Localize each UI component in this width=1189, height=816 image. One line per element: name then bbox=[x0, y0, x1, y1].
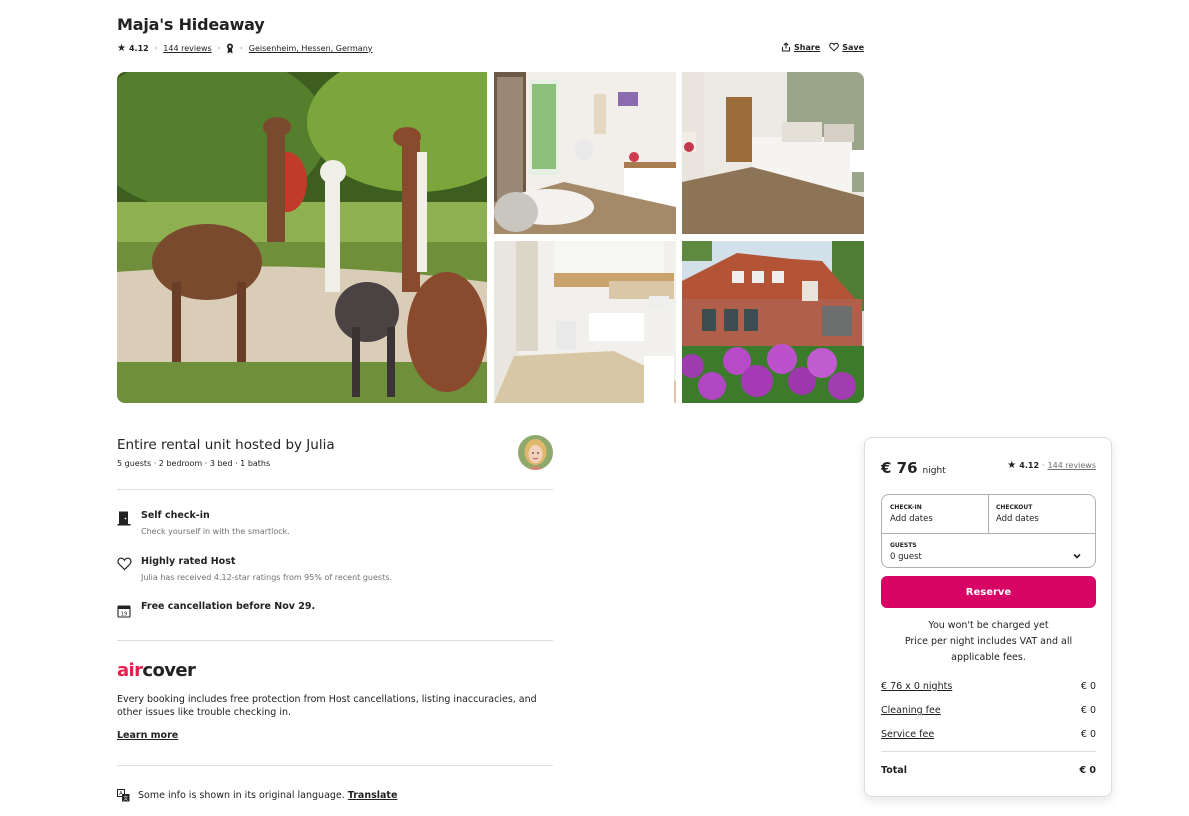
fee-label[interactable]: € 76 x 0 nights bbox=[881, 681, 952, 692]
guests-label: GUESTS bbox=[890, 542, 917, 549]
chevron-down-icon[interactable] bbox=[1072, 546, 1082, 565]
language-notice: A文 Some info is shown in its original la… bbox=[117, 789, 397, 802]
star-icon: ★ bbox=[1007, 460, 1017, 471]
booking-card: € 76 night ★ 4.12 · 144 reviews CHECK-IN… bbox=[864, 437, 1112, 797]
price-unit: night bbox=[922, 466, 946, 476]
feature-title: Self check-in bbox=[141, 510, 210, 521]
divider bbox=[117, 765, 553, 766]
translate-icon: A文 bbox=[117, 789, 130, 802]
nightly-price: € 76 night bbox=[881, 459, 946, 477]
fee-row-service: Service fee € 0 bbox=[881, 729, 1096, 740]
language-notice-text: Some info is shown in its original langu… bbox=[138, 790, 345, 801]
door-icon bbox=[117, 510, 133, 526]
checkin-value: Add dates bbox=[890, 514, 933, 524]
fee-value: € 0 bbox=[1080, 729, 1096, 740]
photo-bedroom[interactable] bbox=[682, 72, 864, 234]
reviews-link[interactable]: 144 reviews bbox=[163, 44, 211, 53]
price-amount: € 76 bbox=[881, 459, 918, 477]
date-guest-picker: CHECK-IN Add dates CHECKOUT Add dates GU… bbox=[881, 494, 1096, 568]
calendar-icon: 19 bbox=[117, 603, 133, 619]
aircover-description: Every booking includes free protection f… bbox=[117, 694, 537, 718]
divider bbox=[881, 751, 1096, 752]
total-value: € 0 bbox=[1079, 765, 1096, 776]
feature-desc: Check yourself in with the smartlock. bbox=[141, 527, 290, 536]
listing-rating: 4.12 bbox=[128, 43, 149, 53]
photo-gallery bbox=[117, 72, 864, 403]
checkout-value: Add dates bbox=[996, 514, 1039, 524]
charge-note: You won't be charged yet Price per night… bbox=[881, 618, 1096, 666]
separator-dot: · bbox=[1042, 461, 1045, 470]
photo-alpacas[interactable] bbox=[117, 72, 487, 403]
fee-row-nights: € 76 x 0 nights € 0 bbox=[881, 681, 1096, 692]
total-row: Total € 0 bbox=[881, 765, 1096, 776]
fee-value: € 0 bbox=[1080, 681, 1096, 692]
listing-meta: ★ 4.12 · 144 reviews · · Geisenheim, Hes… bbox=[117, 42, 373, 54]
charge-note-line2: Price per night includes VAT and all app… bbox=[904, 636, 1073, 663]
picker-divider bbox=[988, 495, 989, 533]
photo-house-exterior[interactable] bbox=[682, 241, 864, 403]
share-button[interactable]: Share bbox=[781, 42, 820, 52]
divider bbox=[117, 489, 553, 490]
picker-divider bbox=[882, 533, 1095, 534]
save-button[interactable]: Save bbox=[829, 42, 864, 52]
host-details: 5 guests · 2 bedroom · 3 bed · 1 baths bbox=[117, 459, 271, 468]
aircover-logo-air: air bbox=[117, 660, 143, 681]
fee-label[interactable]: Cleaning fee bbox=[881, 705, 941, 716]
aircover-logo-cover: cover bbox=[142, 660, 196, 681]
star-icon: ★ bbox=[117, 42, 126, 54]
host-title: Entire rental unit hosted by Julia bbox=[117, 437, 335, 453]
separator-dot: · bbox=[154, 43, 158, 53]
card-rating-score: 4.12 bbox=[1019, 461, 1040, 470]
photo-bathroom[interactable] bbox=[494, 241, 676, 403]
checkin-label: CHECK-IN bbox=[890, 504, 922, 511]
share-label: Share bbox=[794, 42, 821, 52]
checkout-field[interactable]: CHECKOUT Add dates bbox=[996, 504, 1039, 524]
guests-field[interactable]: GUESTS 0 guest bbox=[890, 542, 922, 562]
charge-note-line1: You won't be charged yet bbox=[928, 620, 1049, 631]
save-label: Save bbox=[842, 42, 865, 52]
photo-living-room[interactable] bbox=[494, 72, 676, 234]
listing-actions: Share Save bbox=[781, 42, 864, 52]
translate-link[interactable]: Translate bbox=[348, 790, 398, 801]
feature-title: Free cancellation before Nov 29. bbox=[141, 601, 316, 612]
host-avatar[interactable] bbox=[518, 435, 553, 470]
feature-desc: Julia has received 4.12-star ratings fro… bbox=[141, 573, 392, 582]
learn-more-link[interactable]: Learn more bbox=[117, 730, 178, 741]
divider bbox=[117, 640, 553, 641]
card-reviews-link[interactable]: 144 reviews bbox=[1048, 461, 1096, 470]
share-icon bbox=[781, 42, 791, 52]
fee-value: € 0 bbox=[1080, 705, 1096, 716]
checkout-label: CHECKOUT bbox=[996, 504, 1033, 511]
separator-dot: · bbox=[240, 43, 243, 53]
reserve-button[interactable]: Reserve bbox=[881, 576, 1096, 608]
superhost-icon bbox=[226, 43, 234, 54]
heart-icon bbox=[117, 556, 133, 572]
fee-label[interactable]: Service fee bbox=[881, 729, 934, 740]
card-rating: ★ 4.12 · 144 reviews bbox=[1007, 460, 1096, 471]
heart-icon bbox=[829, 42, 840, 52]
guests-value: 0 guest bbox=[890, 552, 922, 562]
svg-text:19: 19 bbox=[121, 612, 127, 618]
listing-title: Maja's Hideaway bbox=[117, 15, 265, 34]
location-link[interactable]: Geisenheim, Hessen, Germany bbox=[249, 44, 373, 53]
total-label: Total bbox=[881, 765, 907, 776]
svg-text:文: 文 bbox=[123, 795, 128, 802]
checkin-field[interactable]: CHECK-IN Add dates bbox=[890, 504, 933, 524]
feature-title: Highly rated Host bbox=[141, 556, 236, 567]
fee-row-cleaning: Cleaning fee € 0 bbox=[881, 705, 1096, 716]
aircover-logo: aircover bbox=[117, 660, 196, 681]
separator-dot: · bbox=[217, 43, 221, 53]
